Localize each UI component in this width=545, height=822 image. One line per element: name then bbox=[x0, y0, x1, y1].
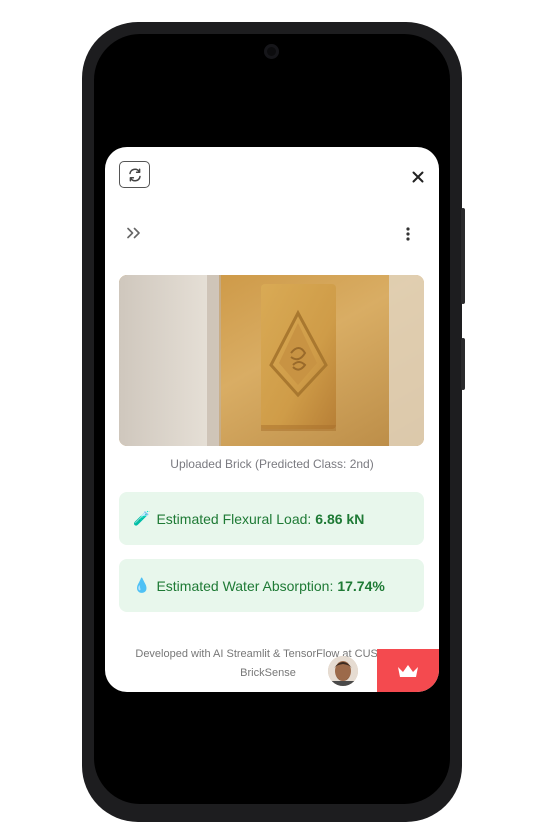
close-button[interactable] bbox=[408, 167, 428, 187]
result-value: 17.74% bbox=[337, 577, 385, 594]
streamlit-badge[interactable] bbox=[377, 649, 439, 692]
result-label: Estimated Water Absorption: bbox=[156, 577, 334, 594]
user-avatar-image bbox=[328, 656, 358, 686]
water-drop-icon: 💧 bbox=[133, 577, 151, 593]
front-camera bbox=[264, 44, 279, 59]
avatar[interactable] bbox=[328, 656, 358, 686]
vertical-dots-icon bbox=[406, 227, 410, 241]
app-card: Uploaded Brick (Predicted Class: 2nd) 🧪 … bbox=[105, 147, 439, 692]
phone-side-button bbox=[461, 338, 465, 390]
phone-side-button bbox=[461, 208, 465, 304]
double-chevron-right-icon bbox=[127, 227, 140, 239]
image-caption: Uploaded Brick (Predicted Class: 2nd) bbox=[170, 457, 374, 471]
main-menu-button[interactable] bbox=[399, 223, 417, 245]
refresh-button[interactable] bbox=[119, 161, 150, 188]
uploaded-brick-image bbox=[119, 275, 424, 446]
result-value: 6.86 kN bbox=[315, 510, 365, 527]
refresh-icon bbox=[128, 167, 141, 182]
water-absorption-result: 💧 Estimated Water Absorption: 17.74% bbox=[119, 559, 424, 612]
close-icon bbox=[412, 171, 424, 183]
crown-icon bbox=[398, 664, 418, 677]
result-label: Estimated Flexural Load: bbox=[156, 510, 312, 527]
expand-sidebar-button[interactable] bbox=[123, 223, 145, 243]
test-tube-icon: 🧪 bbox=[133, 510, 151, 526]
flexural-load-result: 🧪 Estimated Flexural Load: 6.86 kN bbox=[119, 492, 424, 545]
